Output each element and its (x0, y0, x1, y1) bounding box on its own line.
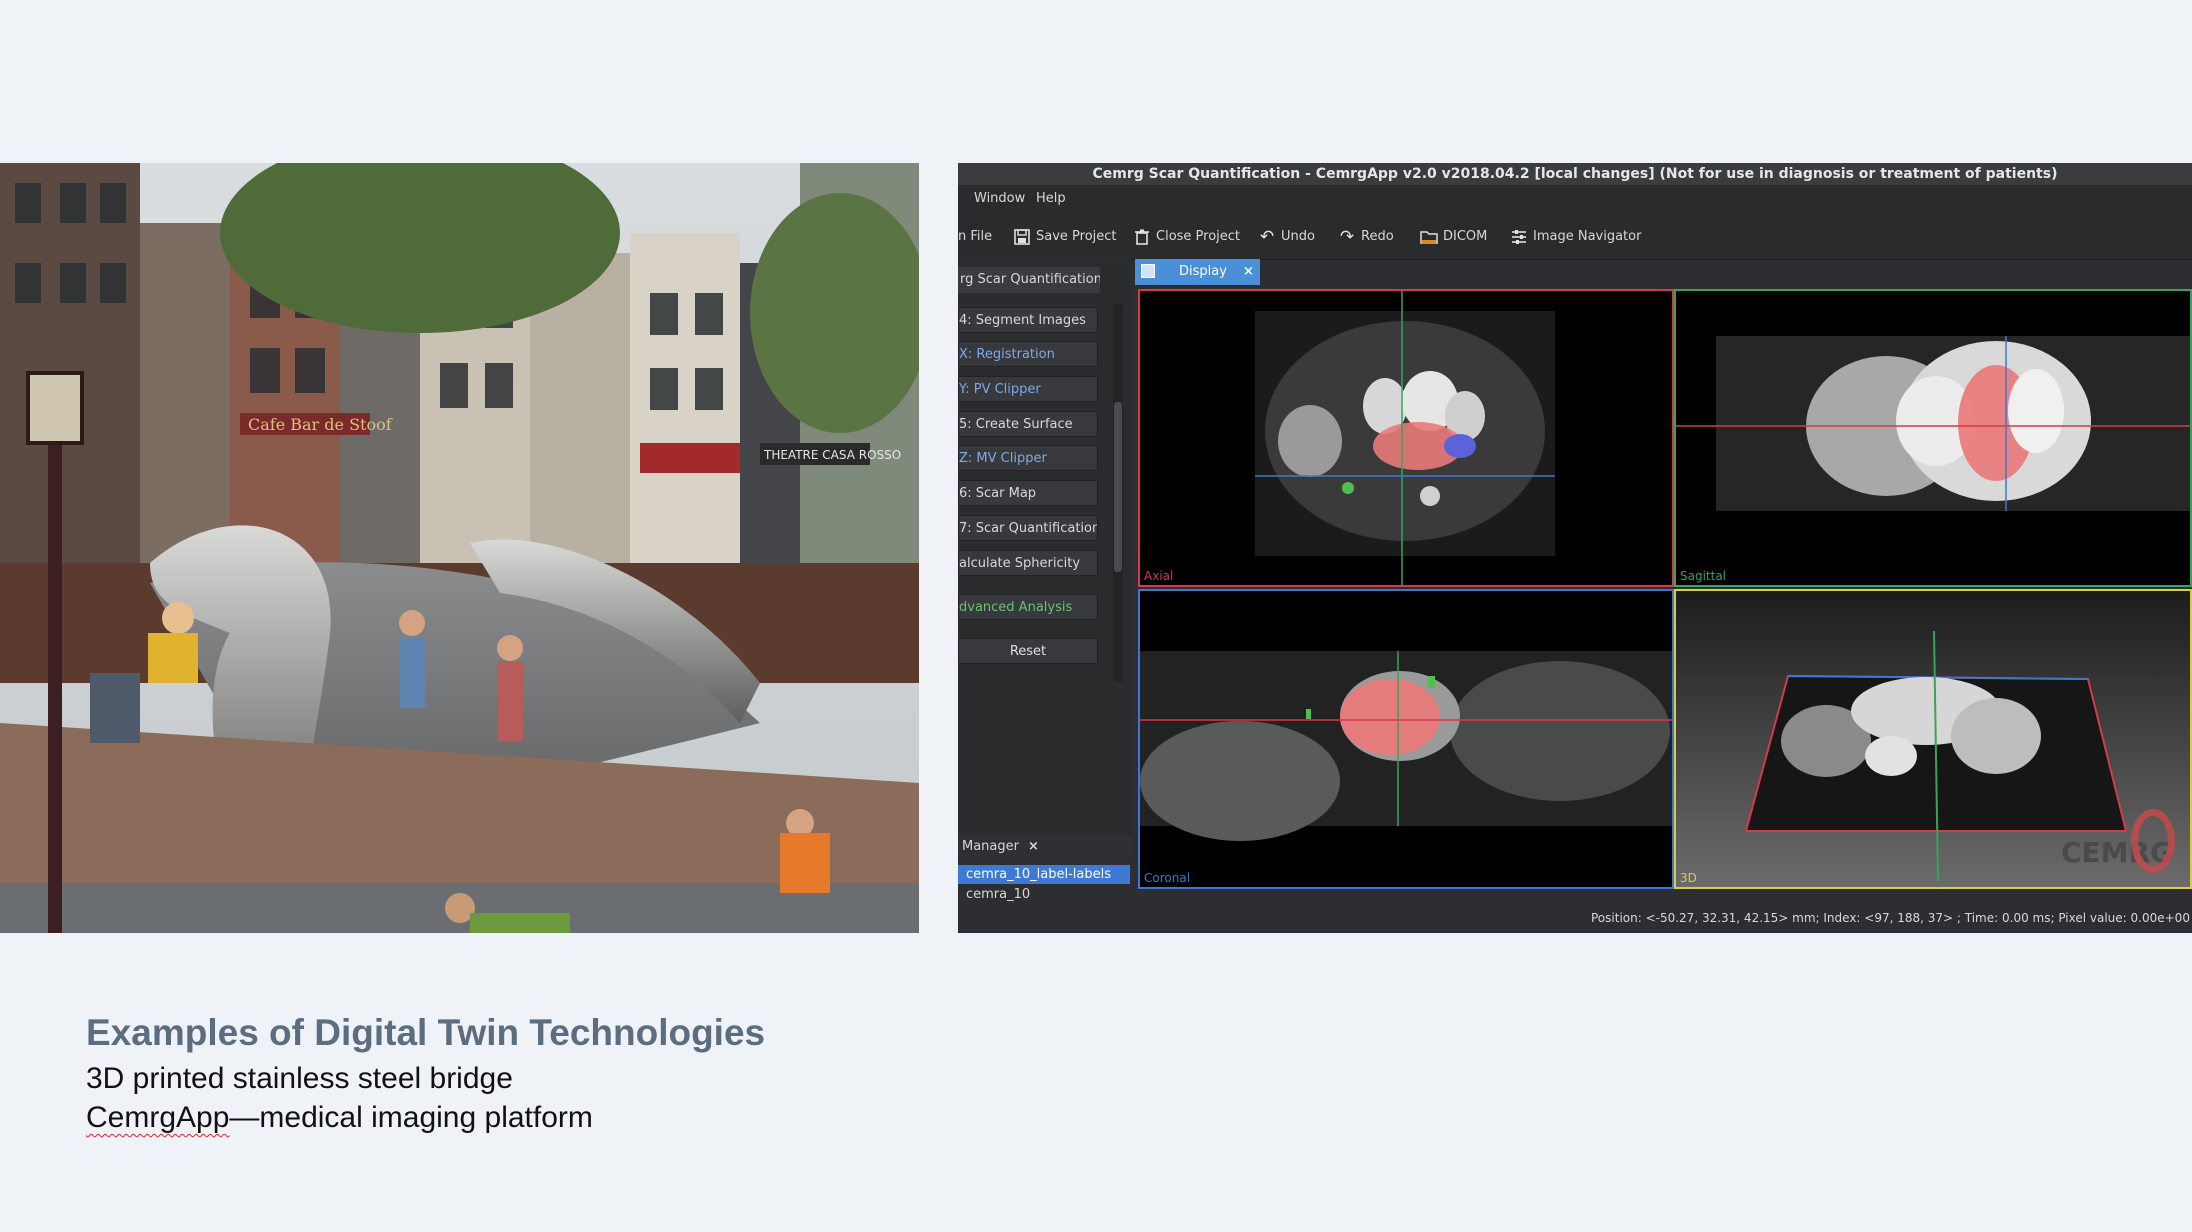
sagittal-label: Sagittal (1680, 569, 1727, 583)
sagittal-view[interactable]: Sagittal (1674, 289, 2192, 587)
caption-title: Examples of Digital Twin Technologies (86, 1012, 766, 1053)
scar-quantification-button[interactable]: 7: Scar Quantification (958, 515, 1098, 541)
panel-scrollbar[interactable] (1113, 304, 1123, 682)
save-icon (1013, 228, 1031, 246)
display-icon (1141, 264, 1155, 278)
data-item-cemra[interactable]: cemra_10 (958, 885, 1130, 904)
plugin-panel: rg Scar Quantification 4: Segment Images… (958, 259, 1132, 902)
data-manager-header: Manager × (958, 835, 1132, 859)
open-file-button[interactable]: n File (958, 225, 992, 249)
theatre-sign: THEATRE CASA ROSSO (763, 448, 901, 462)
data-manager-title: Manager (962, 839, 1019, 854)
mv-clipper-button[interactable]: Z: MV Clipper (958, 445, 1098, 471)
sliders-icon (1510, 228, 1528, 246)
data-item-label-labels[interactable]: cemra_10_label-labels (958, 865, 1130, 884)
redo-button[interactable]: ↷ Redo (1338, 225, 1394, 249)
menu-help[interactable]: Help (1036, 185, 1066, 213)
caption-cemrgapp-rest: —medical imaging platform (229, 1101, 593, 1134)
pv-clipper-button[interactable]: Y: PV Clipper (958, 376, 1098, 402)
cafe-sign: Cafe Bar de Stoof (248, 415, 393, 434)
status-text: Position: <-50.27, 32.31, 42.15> mm; Ind… (1591, 911, 2192, 925)
advanced-analysis-button[interactable]: dvanced Analysis (958, 594, 1098, 620)
window-title: Cemrg Scar Quantification - CemrgApp v2.… (958, 163, 2192, 185)
save-project-button[interactable]: Save Project (1013, 225, 1117, 249)
close-project-label: Close Project (1156, 229, 1241, 244)
caption-cemrgapp: CemrgApp—medical imaging platform (86, 1101, 593, 1135)
axial-label: Axial (1144, 569, 1174, 583)
registration-button[interactable]: X: Registration (958, 341, 1098, 367)
redo-icon: ↷ (1339, 227, 1355, 247)
dicom-button[interactable]: DICOM (1420, 225, 1487, 249)
reset-button[interactable]: Reset (958, 638, 1098, 664)
scar-map-button[interactable]: 6: Scar Map (958, 480, 1098, 506)
status-bar: Position: <-50.27, 32.31, 42.15> mm; Ind… (958, 903, 2192, 933)
bridge-photo: Cafe Bar de Stoof THEATRE CASA ROSSO (0, 163, 919, 933)
tab-display[interactable]: Display × (1135, 259, 1260, 285)
caption-bridge: 3D printed stainless steel bridge (86, 1062, 513, 1095)
coronal-view[interactable]: Coronal (1138, 589, 1674, 889)
display-tab-label: Display (1179, 264, 1227, 279)
coronal-label: Coronal (1144, 871, 1191, 885)
undo-icon: ↶ (1259, 227, 1275, 247)
menu-window[interactable]: Window (974, 185, 1025, 213)
three-d-label: 3D (1680, 871, 1697, 885)
segment-images-button[interactable]: 4: Segment Images (958, 307, 1098, 333)
trash-icon (1133, 228, 1151, 246)
dicom-label: DICOM (1443, 229, 1488, 244)
axial-view[interactable]: Axial (1138, 289, 1674, 587)
cemrgapp-window: Cemrg Scar Quantification - CemrgApp v2.… (958, 163, 2192, 933)
redo-label: Redo (1361, 229, 1394, 244)
toolbar: n File Save Project Close Project ↶ Undo… (958, 213, 2192, 260)
image-navigator-label: Image Navigator (1533, 229, 1642, 244)
save-project-label: Save Project (1036, 229, 1117, 244)
create-surface-button[interactable]: 5: Create Surface (958, 411, 1098, 437)
cemrgapp-word: CemrgApp (86, 1101, 230, 1134)
undo-button[interactable]: ↶ Undo (1258, 225, 1315, 249)
menu-bar: Window Help (958, 185, 2192, 213)
image-navigator-button[interactable]: Image Navigator (1510, 225, 1641, 249)
three-d-view[interactable]: 3D CEMRG (1674, 589, 2192, 889)
calculate-sphericity-button[interactable]: alculate Sphericity (958, 550, 1098, 576)
close-project-button[interactable]: Close Project (1133, 225, 1240, 249)
tab-scar-quantification[interactable]: rg Scar Quantification (958, 267, 1100, 293)
close-icon[interactable]: × (1028, 835, 1039, 859)
undo-label: Undo (1281, 229, 1315, 244)
open-file-label: n File (958, 229, 993, 244)
close-icon[interactable]: × (1243, 259, 1254, 285)
dicom-folder-icon (1420, 228, 1438, 246)
cemrg-logo-icon (2131, 809, 2175, 873)
